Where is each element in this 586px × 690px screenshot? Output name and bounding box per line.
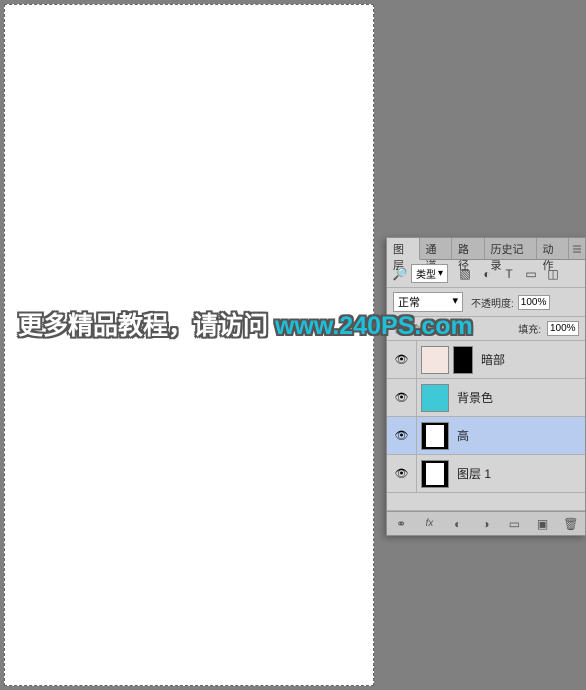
fx-icon[interactable]: fx <box>420 515 438 533</box>
link-layers-icon[interactable]: ⚭ <box>392 515 410 533</box>
smart-filter-icon[interactable]: ◫ <box>546 267 560 281</box>
chevron-down-icon: ▾ <box>452 294 458 310</box>
layer-name[interactable]: 图层 1 <box>457 465 491 482</box>
adjustment-filter-icon[interactable]: ◐ <box>480 267 494 281</box>
lock-icons: ▦ ✎ ✥ 🔒 <box>393 322 461 336</box>
type-filter-icon[interactable]: T <box>502 267 516 281</box>
layer-item[interactable]: 👁 背景色 <box>387 379 585 417</box>
blend-row: 正常 ▾ 不透明度: 100% <box>387 288 585 317</box>
mask-icon[interactable]: ◐ <box>449 515 467 533</box>
layer-item[interactable]: 👁 暗部 <box>387 341 585 379</box>
tab-layers[interactable]: 图层 <box>387 238 420 260</box>
blend-mode-label: 正常 <box>398 294 420 310</box>
chevron-down-icon: ▾ <box>438 268 443 279</box>
layer-thumbnail[interactable] <box>421 346 449 374</box>
trash-icon[interactable]: 🗑 <box>562 515 580 533</box>
layers-panel: 图层 通道 路径 历史记录 动作 🔎 类型 ▾ ▧ ◐ T ▭ ◫ 正常 ▾ 不… <box>386 237 586 536</box>
filter-type-label: 类型 <box>416 266 436 281</box>
lock-all-icon[interactable]: 🔒 <box>447 322 461 336</box>
opacity-label: 不透明度: <box>471 295 514 310</box>
panel-menu-icon[interactable] <box>569 238 585 259</box>
layer-mask-thumbnail[interactable] <box>421 422 449 450</box>
lock-position-icon[interactable]: ✥ <box>429 322 443 336</box>
eye-icon: 👁 <box>395 391 409 404</box>
filter-row: 🔎 类型 ▾ ▧ ◐ T ▭ ◫ <box>387 260 585 288</box>
visibility-toggle[interactable]: 👁 <box>387 455 417 492</box>
visibility-toggle[interactable]: 👁 <box>387 417 417 454</box>
new-layer-icon[interactable]: ▣ <box>534 515 552 533</box>
layer-item[interactable]: 👁 高 <box>387 417 585 455</box>
layer-spacer <box>387 493 585 511</box>
blend-mode-select[interactable]: 正常 ▾ <box>393 292 463 312</box>
eye-icon: 👁 <box>395 353 409 366</box>
tab-history[interactable]: 历史记录 <box>485 238 537 259</box>
eye-icon: 👁 <box>395 429 409 442</box>
layer-item[interactable]: 👁 图层 1 <box>387 455 585 493</box>
panel-bottom-bar: ⚭ fx ◐ ◑ ▭ ▣ 🗑 <box>387 511 585 535</box>
document-canvas[interactable] <box>4 4 374 686</box>
fill-input[interactable]: 100% <box>547 321 579 336</box>
lock-row: ▦ ✎ ✥ 🔒 填充: 100% <box>387 317 585 341</box>
visibility-toggle[interactable]: 👁 <box>387 379 417 416</box>
tab-paths[interactable]: 路径 <box>452 238 485 259</box>
tab-channels[interactable]: 通道 <box>420 238 453 259</box>
lock-transparency-icon[interactable]: ▦ <box>393 322 407 336</box>
adjustment-icon[interactable]: ◑ <box>477 515 495 533</box>
group-icon[interactable]: ▭ <box>505 515 523 533</box>
filter-type-select[interactable]: 类型 ▾ <box>411 264 448 283</box>
layer-list: 👁 暗部 👁 背景色 👁 高 👁 图层 1 <box>387 341 585 511</box>
layer-name[interactable]: 高 <box>457 427 469 444</box>
layer-name[interactable]: 暗部 <box>481 351 505 368</box>
fill-label: 填充: <box>518 321 541 336</box>
visibility-toggle[interactable]: 👁 <box>387 341 417 378</box>
panel-tabs: 图层 通道 路径 历史记录 动作 <box>387 238 585 260</box>
layer-name[interactable]: 背景色 <box>457 389 493 406</box>
eye-icon: 👁 <box>395 467 409 480</box>
filter-icons: ▧ ◐ T ▭ ◫ <box>458 267 560 281</box>
tab-actions[interactable]: 动作 <box>537 238 570 259</box>
layer-mask-thumbnail[interactable] <box>421 460 449 488</box>
opacity-input[interactable]: 100% <box>518 295 550 310</box>
search-icon: 🔎 <box>393 267 407 281</box>
pixel-filter-icon[interactable]: ▧ <box>458 267 472 281</box>
layer-mask-thumbnail[interactable] <box>453 346 473 374</box>
shape-filter-icon[interactable]: ▭ <box>524 267 538 281</box>
layer-thumbnail[interactable] <box>421 384 449 412</box>
lock-brush-icon[interactable]: ✎ <box>411 322 425 336</box>
